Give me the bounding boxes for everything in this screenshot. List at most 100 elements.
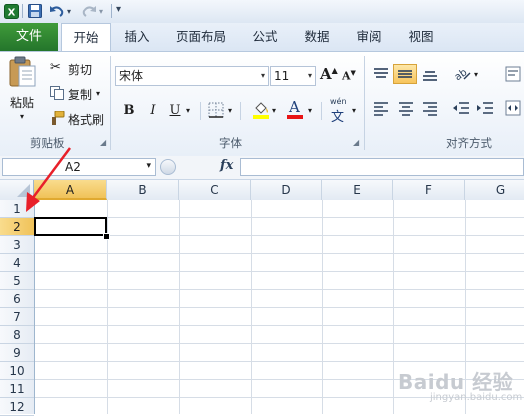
format-painter-icon[interactable] xyxy=(49,110,65,125)
copy-button[interactable]: 复制 xyxy=(68,86,92,103)
save-icon[interactable] xyxy=(27,3,43,19)
bold-button[interactable]: B xyxy=(118,99,140,121)
qat-divider-2 xyxy=(111,4,112,18)
font-color-button[interactable]: A xyxy=(286,98,304,120)
align-top-icon[interactable] xyxy=(372,66,390,82)
row-header-6[interactable]: 6 xyxy=(0,290,34,308)
paste-button[interactable]: 粘贴 xyxy=(10,94,34,111)
undo-icon[interactable] xyxy=(49,3,65,19)
fill-color-icon[interactable] xyxy=(252,100,270,120)
merge-center-icon[interactable] xyxy=(505,100,521,116)
gridline xyxy=(35,343,524,344)
excel-app-icon[interactable]: X xyxy=(3,3,19,19)
font-name-value: 宋体 xyxy=(119,69,144,83)
grow-font-label: A xyxy=(320,65,332,83)
name-box-dropdown-icon[interactable]: ▾ xyxy=(146,161,151,171)
align-left-icon[interactable] xyxy=(372,100,390,116)
column-header-c[interactable]: C xyxy=(179,180,251,200)
underline-dropdown-icon[interactable]: ▾ xyxy=(186,106,190,115)
cut-icon[interactable]: ✂ xyxy=(50,60,61,75)
paste-icon[interactable] xyxy=(8,56,38,88)
row-header-8[interactable]: 8 xyxy=(0,326,34,344)
clipboard-launcher-icon[interactable]: ◢ xyxy=(100,138,106,147)
font-launcher-icon[interactable]: ◢ xyxy=(353,138,359,147)
column-header-e[interactable]: E xyxy=(322,180,393,200)
column-header-b[interactable]: B xyxy=(107,180,179,200)
font-size-value: 11 xyxy=(274,69,290,83)
font-size-dropdown-icon[interactable]: ▾ xyxy=(308,67,312,85)
font-name-combo[interactable]: 宋体 ▾ xyxy=(115,66,269,86)
active-cell-a2[interactable] xyxy=(34,217,107,236)
row-header-1[interactable]: 1 xyxy=(0,200,34,218)
fill-color-dropdown-icon[interactable]: ▾ xyxy=(272,106,276,115)
tab-insert[interactable]: 插入 xyxy=(114,23,160,51)
grow-font-button[interactable]: A▲ xyxy=(320,65,338,83)
row-header-3[interactable]: 3 xyxy=(0,236,34,254)
phonetic-dropdown-icon[interactable]: ▾ xyxy=(352,106,356,115)
formula-bar: A2 ▾ fx xyxy=(0,156,524,180)
name-box[interactable]: A2 ▾ xyxy=(2,158,156,176)
shrink-font-button[interactable]: A▼ xyxy=(342,68,356,83)
row-header-12[interactable]: 12 xyxy=(0,398,34,416)
row-header-7[interactable]: 7 xyxy=(0,308,34,326)
phonetic-guide-button[interactable]: wén 文 xyxy=(328,97,354,125)
row-header-9[interactable]: 9 xyxy=(0,344,34,362)
phonetic-pinyin: wén xyxy=(330,97,347,106)
font-separator-3 xyxy=(321,102,322,120)
font-separator xyxy=(200,102,201,120)
redo-icon[interactable] xyxy=(81,3,97,19)
font-size-combo[interactable]: 11 ▾ xyxy=(270,66,316,86)
increase-indent-icon[interactable] xyxy=(476,100,494,116)
row-header-5[interactable]: 5 xyxy=(0,272,34,290)
font-separator-2 xyxy=(240,102,241,120)
format-painter-button[interactable]: 格式刷 xyxy=(68,111,104,128)
tab-file[interactable]: 文件 xyxy=(0,23,58,51)
align-middle-icon xyxy=(398,70,412,78)
italic-button[interactable]: I xyxy=(142,99,164,121)
tab-page-layout[interactable]: 页面布局 xyxy=(168,23,234,51)
row-header-4[interactable]: 4 xyxy=(0,254,34,272)
row-header-2[interactable]: 2 xyxy=(0,218,34,236)
gridline xyxy=(35,307,524,308)
select-all-button[interactable] xyxy=(0,180,34,200)
align-bottom-icon[interactable] xyxy=(421,66,439,82)
orientation-dropdown-icon[interactable]: ▾ xyxy=(474,70,478,79)
shrink-font-label: A xyxy=(342,69,351,83)
group-separator xyxy=(110,56,111,150)
tab-review[interactable]: 审阅 xyxy=(346,23,392,51)
paste-dropdown-icon[interactable]: ▾ xyxy=(20,112,24,121)
cut-button[interactable]: 剪切 xyxy=(68,61,92,78)
undo-dropdown-icon[interactable]: ▾ xyxy=(67,7,71,16)
row-headers: 1 2 3 4 5 6 7 8 9 10 11 12 xyxy=(0,200,35,416)
tab-view[interactable]: 视图 xyxy=(398,23,444,51)
tab-home[interactable]: 开始 xyxy=(61,23,111,52)
font-color-dropdown-icon[interactable]: ▾ xyxy=(308,106,312,115)
align-middle-button[interactable] xyxy=(393,64,417,84)
decrease-indent-icon[interactable] xyxy=(452,100,470,116)
borders-icon[interactable] xyxy=(208,102,224,118)
tab-formulas[interactable]: 公式 xyxy=(242,23,288,51)
wrap-text-icon[interactable] xyxy=(505,66,521,82)
column-header-a[interactable]: A xyxy=(34,180,107,200)
insert-function-button[interactable]: fx xyxy=(220,158,233,173)
formula-input[interactable] xyxy=(240,158,524,176)
align-right-icon[interactable] xyxy=(421,100,439,116)
column-header-d[interactable]: D xyxy=(251,180,322,200)
column-header-f[interactable]: F xyxy=(393,180,465,200)
row-header-10[interactable]: 10 xyxy=(0,362,34,380)
borders-dropdown-icon[interactable]: ▾ xyxy=(228,106,232,115)
customize-qat-icon[interactable]: ▾ xyxy=(116,4,121,15)
column-header-g[interactable]: G xyxy=(465,180,524,200)
tab-data[interactable]: 数据 xyxy=(294,23,340,51)
copy-dropdown-icon[interactable]: ▾ xyxy=(96,89,100,98)
align-center-icon[interactable] xyxy=(397,100,415,116)
fill-handle[interactable] xyxy=(103,233,110,240)
underline-button[interactable]: U xyxy=(164,99,186,121)
copy-icon[interactable] xyxy=(50,86,64,100)
row-header-11[interactable]: 11 xyxy=(0,380,34,398)
formula-bar-splitter-icon[interactable] xyxy=(160,159,176,175)
gridline xyxy=(35,271,524,272)
orientation-icon[interactable]: ab xyxy=(452,64,472,83)
redo-dropdown-icon[interactable]: ▾ xyxy=(99,7,103,16)
font-name-dropdown-icon[interactable]: ▾ xyxy=(261,67,265,85)
